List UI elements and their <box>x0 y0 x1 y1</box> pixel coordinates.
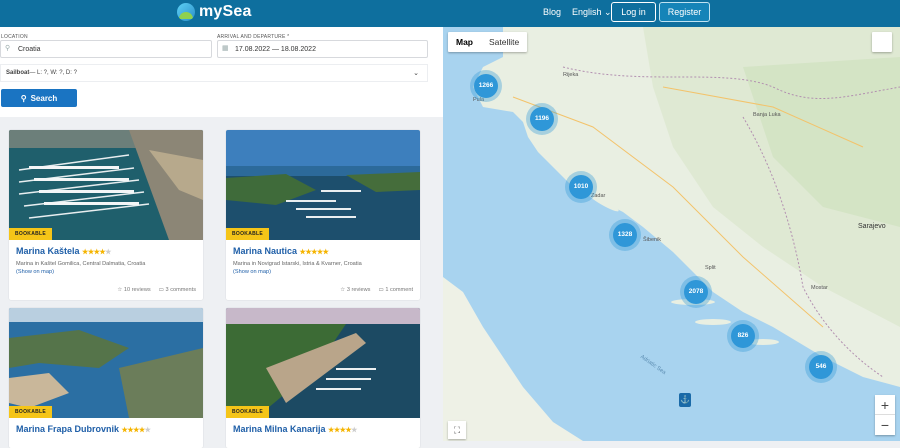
marina-address: Marina in Kaštel Gomilica, Central Dalma… <box>16 261 146 267</box>
dates-input[interactable]: ▦ 17.08.2022 — 18.08.2022 <box>217 40 428 58</box>
marina-title[interactable]: Marina Frapa Dubrovnik ★★★★★ <box>16 424 151 434</box>
card-meta: ☆ 3 reviews ▭ 1 comment <box>340 287 413 293</box>
marina-photo[interactable]: BOOKABLE <box>9 130 203 240</box>
location-value: Croatia <box>18 45 41 53</box>
marina-photo[interactable]: BOOKABLE <box>226 130 420 240</box>
comment-icon: ▭ <box>158 287 164 293</box>
login-button[interactable]: Log in <box>611 2 656 22</box>
bookable-badge: BOOKABLE <box>9 406 53 418</box>
star-outline-icon: ☆ <box>117 287 123 293</box>
star-outline-icon: ☆ <box>340 287 346 293</box>
reviews-label: 3 reviews <box>346 287 371 293</box>
dates-value: 17.08.2022 — 18.08.2022 <box>235 45 316 53</box>
logo[interactable]: mySea <box>177 3 252 21</box>
nav-blog-link[interactable]: Blog <box>543 7 561 17</box>
star-rating: ★★★★★ <box>328 427 357 434</box>
marina-name: Marina Milna Kanarija <box>233 424 326 434</box>
marina-photo[interactable]: BOOKABLE <box>226 308 420 418</box>
marina-title[interactable]: Marina Nautica ★★★★★ <box>233 246 329 256</box>
marker-cluster[interactable]: 546 <box>809 355 833 379</box>
fullscreen-button[interactable] <box>872 32 892 52</box>
marina-listing: BOOKABLE Marina Kaštela ★★★★★ Marina in … <box>0 117 443 448</box>
search-button-label: Search <box>30 93 58 103</box>
marker-cluster[interactable]: 1266 <box>474 74 498 98</box>
map-type-tabs: Map Satellite <box>448 32 528 52</box>
card-meta: ☆ 10 reviews ▭ 3 comments <box>117 287 196 293</box>
location-pin-icon: ⚲ <box>5 45 11 52</box>
marina-title[interactable]: Marina Milna Kanarija ★★★★★ <box>233 424 357 434</box>
map-label-rijeka: Rijeka <box>563 72 579 78</box>
marina-frapa-image <box>9 308 203 418</box>
comments-label: 1 comment <box>385 287 413 293</box>
map-background <box>443 27 900 441</box>
map-label-split: Split <box>705 265 716 271</box>
search-icon: ⚲ <box>20 93 27 103</box>
comments-count[interactable]: ▭ 3 comments <box>159 287 196 293</box>
marina-address: Marina in Novigrad Istarski, Istria & Kv… <box>233 261 362 267</box>
reviews-label: 10 reviews <box>123 287 151 293</box>
show-on-map-link[interactable]: (Show on map) <box>16 269 54 275</box>
map-label-banja-luka: Banja Luka <box>753 112 781 118</box>
marker-cluster[interactable]: 1010 <box>569 175 593 199</box>
marker-cluster[interactable]: 826 <box>731 324 755 348</box>
language-selector[interactable]: English ⌄ <box>572 7 612 18</box>
marker-cluster[interactable]: 1328 <box>613 223 637 247</box>
bookable-badge: BOOKABLE <box>9 228 53 240</box>
marina-card[interactable]: BOOKABLE Marina Milna Kanarija ★★★★★ <box>226 308 420 448</box>
marina-milna-image <box>226 308 420 418</box>
marina-name: Marina Kaštela <box>16 246 80 256</box>
tab-satellite[interactable]: Satellite <box>481 32 527 52</box>
marker-cluster[interactable]: 1196 <box>530 107 554 131</box>
register-button[interactable]: Register <box>659 2 710 22</box>
reviews-count[interactable]: ☆ 10 reviews <box>117 287 150 293</box>
marina-kastela-image <box>9 130 203 240</box>
map-label-mostar: Mostar <box>811 285 828 291</box>
comments-count[interactable]: ▭ 1 comment <box>378 287 413 293</box>
marker-cluster[interactable]: 2078 <box>684 280 708 304</box>
location-input[interactable]: ⚲ Croatia <box>0 40 212 58</box>
star-rating: ★★★★★ <box>121 427 151 434</box>
bookable-badge: BOOKABLE <box>226 406 270 418</box>
language-label: English <box>572 7 602 17</box>
comments-label: 3 comments <box>165 287 196 293</box>
calendar-icon: ▦ <box>222 45 229 52</box>
top-navigation-bar: mySea Blog English ⌄ Log in Register <box>0 0 900 27</box>
marina-card[interactable]: BOOKABLE Marina Frapa Dubrovnik ★★★★★ <box>9 308 203 448</box>
map-label-sarajevo: Sarajevo <box>858 223 886 230</box>
logo-text: mySea <box>199 3 252 20</box>
marina-name: Marina Frapa Dubrovnik <box>16 424 120 434</box>
logo-icon <box>177 3 195 21</box>
reviews-count[interactable]: ☆ 3 reviews <box>340 287 370 293</box>
boat-type: Sailboat <box>6 70 30 76</box>
marina-photo[interactable]: BOOKABLE <box>9 308 203 418</box>
marina-title[interactable]: Marina Kaštela ★★★★★ <box>16 246 111 256</box>
boat-selector[interactable]: Sailboat — L: ?, W: ?, D: ? ⌄ <box>0 64 428 82</box>
bookable-badge: BOOKABLE <box>226 228 270 240</box>
map-label-pula: Pula <box>473 97 485 103</box>
marina-name: Marina Nautica <box>233 246 298 256</box>
fullscreen-icon[interactable]: ⛶ <box>448 421 466 439</box>
map-label-sibenik: Šibenik <box>643 237 662 243</box>
marina-card[interactable]: BOOKABLE Marina Kaštela ★★★★★ Marina in … <box>9 130 203 300</box>
zoom-in-button[interactable]: + <box>875 395 895 415</box>
comment-icon: ▭ <box>378 287 384 293</box>
show-on-map-link[interactable]: (Show on map) <box>233 269 271 275</box>
star-rating: ★★★★★ <box>82 249 111 256</box>
map-panel[interactable]: Map Satellite Pula Rijeka Zadar Šibenik … <box>443 27 900 441</box>
anchor-marker-icon[interactable]: ⚓ <box>679 393 691 407</box>
zoom-out-button[interactable]: − <box>875 415 895 435</box>
star-rating: ★★★★★ <box>299 249 329 256</box>
map-label-zadar: Zadar <box>591 193 606 199</box>
boat-dimensions: — L: ?, W: ?, D: ? <box>29 70 77 76</box>
zoom-controls: + − <box>875 395 895 435</box>
chevron-down-icon: ⌄ <box>413 70 419 77</box>
tab-map[interactable]: Map <box>448 32 481 52</box>
marina-nautica-image <box>226 130 420 240</box>
marina-card[interactable]: BOOKABLE Marina Nautica ★★★★★ Marina in … <box>226 130 420 300</box>
search-button[interactable]: ⚲ Search <box>1 89 77 107</box>
search-filters: LOCATION ⚲ Croatia ARRIVAL AND DEPARTURE… <box>0 27 443 117</box>
